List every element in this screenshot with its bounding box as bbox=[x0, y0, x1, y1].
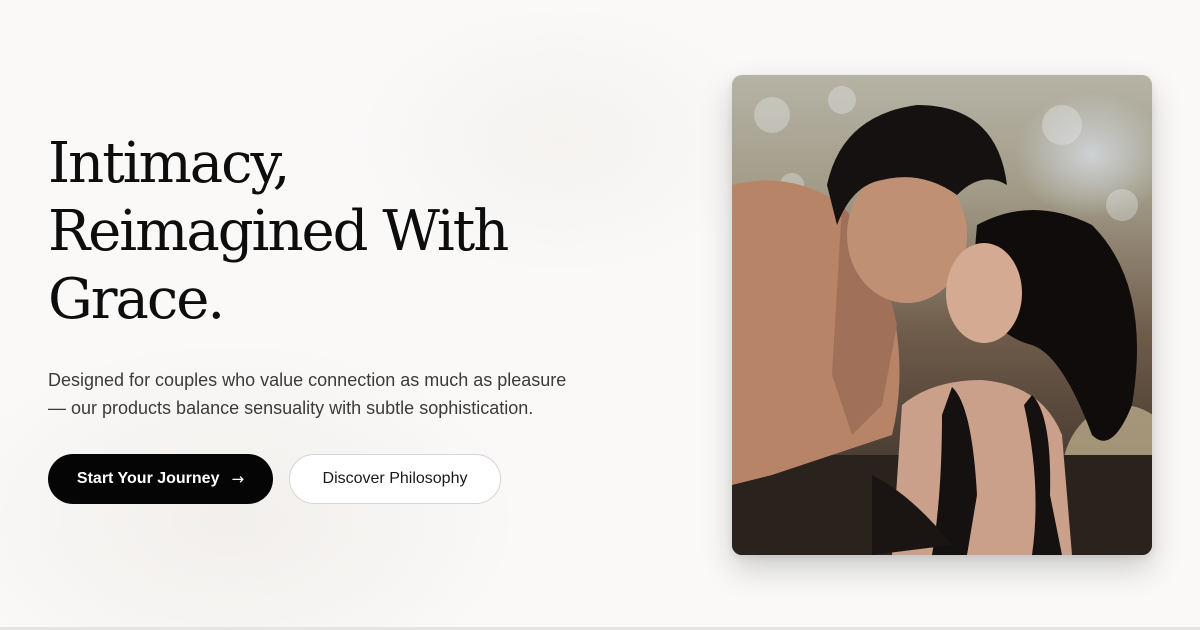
hero-title: Intimacy, Reimagined With Grace. bbox=[48, 130, 568, 334]
hero-page: Intimacy, Reimagined With Grace. Designe… bbox=[0, 0, 1200, 630]
start-journey-label: Start Your Journey bbox=[76, 470, 220, 487]
hero-subtitle-line-1: Designed for couples who value connectio… bbox=[48, 370, 567, 390]
hero-title-line-1: Intimacy, bbox=[48, 131, 290, 196]
hero-title-line-2: Reimagined With bbox=[48, 199, 509, 264]
discover-philosophy-button[interactable]: Discover Philosophy bbox=[289, 454, 501, 504]
hero-image bbox=[732, 75, 1152, 555]
discover-philosophy-label: Discover Philosophy bbox=[322, 470, 468, 487]
hero-subtitle-line-2: — our products balance sensuality with s… bbox=[48, 398, 534, 418]
start-journey-button[interactable]: Start Your Journey → bbox=[48, 454, 273, 504]
couple-photo-illustration bbox=[732, 86, 1152, 555]
arrow-right-icon: → bbox=[231, 470, 245, 488]
hero-title-line-3: Grace. bbox=[48, 267, 225, 332]
hero-subtitle: Designed for couples who value connectio… bbox=[48, 366, 628, 422]
